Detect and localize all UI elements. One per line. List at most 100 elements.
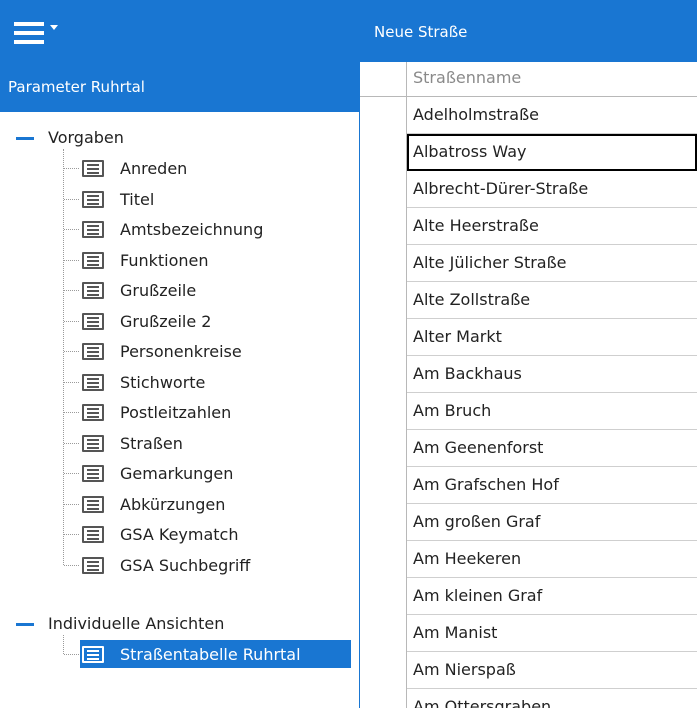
list-document-icon [82,556,104,574]
top-bar: Neue Straße [0,0,697,62]
tree-item-label: Straßentabelle Ruhrtal [120,645,301,664]
street-name-cell: Am kleinen Graf [413,586,543,605]
menu-bar-line [14,40,44,44]
tree-branch-line [64,654,79,655]
tree-item-label: GSA Suchbegriff [120,555,251,575]
tree-branch-line [64,351,79,352]
tree-branch-line [64,412,79,413]
tree-branch-line [64,229,79,230]
tree-item[interactable]: Straßen [0,429,359,459]
tree-group-0[interactable]: Vorgaben [0,125,359,151]
tree-item-label: Funktionen [120,250,209,270]
list-document-icon [82,343,104,360]
tree-branch-line [64,473,79,474]
tree-item-label: Personenkreise [120,342,242,361]
tree-item[interactable]: Anreden [0,154,359,184]
table-row[interactable]: Am kleinen Graf [407,578,697,615]
tree-group-label: Individuelle Ansichten [48,614,225,633]
tree-item[interactable]: Personenkreise [0,337,359,367]
tree-item-label: Gemarkungen [120,464,234,483]
list-document-icon [82,465,104,482]
table-row[interactable]: Am Ottersgraben [407,689,697,708]
table-row[interactable]: Am Grafschen Hof [407,467,697,504]
list-document-icon [82,221,104,238]
tree-item-label: Grußzeile 2 [120,311,212,331]
table-row[interactable]: Albatross Way [407,134,697,171]
street-name-cell: Am Backhaus [413,364,522,383]
tree-item-label: Amtsbezeichnung [120,220,264,239]
tree-item-label: Titel [120,189,155,209]
tree-item[interactable]: Gemarkungen [0,459,359,489]
tree-item[interactable]: Straßentabelle Ruhrtal [0,640,359,670]
list-document-icon [82,646,104,663]
tree-item[interactable]: Stichworte [0,368,359,398]
tree-item[interactable]: Grußzeile [0,276,359,306]
navigation-tree: Vorgaben Anreden Titel Amtsbezeichnung Funkt… [0,112,359,708]
list-document-icon [82,526,104,543]
tree-item[interactable]: Amtsbezeichnung [0,215,359,245]
street-name-cell: Am Bruch [413,401,492,420]
tree-branch-line [64,381,79,383]
list-document-icon [82,373,104,391]
street-name-cell: Am Geenenforst [413,438,544,457]
street-name-cell: Alte Jülicher Straße [413,253,567,272]
table-row[interactable]: Alte Heerstraße [407,208,697,245]
tree-branch-line [64,290,79,291]
street-name-cell: Am Manist [413,623,498,642]
street-name-cell: Am Ottersgraben [413,697,552,708]
table-row[interactable]: Alte Jülicher Straße [407,245,697,282]
street-name-cell: Albrecht-Dürer-Straße [413,179,589,198]
menu-bar-line [14,31,44,35]
tree-branch-line [64,259,79,261]
list-document-icon [82,190,104,208]
tree-item[interactable]: Abkürzungen [0,490,359,520]
tree-branch-line [64,564,79,566]
tree-branch-line [64,442,79,444]
tree-item[interactable]: GSA Suchbegriff [0,551,359,581]
table-row[interactable]: Am großen Graf [407,504,697,541]
tree-branch-line [64,534,79,535]
table-row[interactable]: Am Heekeren [407,541,697,578]
street-table: Straßenname Adelholmstraße Albatross Way A… [360,62,697,708]
tree-item[interactable]: Postleitzahlen [0,398,359,428]
tree-item-label: Anreden [120,159,188,178]
hamburger-menu-icon[interactable] [14,22,78,44]
street-name-cell: Adelholmstraße [413,105,539,124]
table-row[interactable]: Alte Zollstraße [407,282,697,319]
tree-branch-line [64,503,79,505]
list-document-icon [82,495,104,513]
sidebar-title: Parameter Ruhrtal [8,78,145,96]
tree-branch-line [64,168,79,169]
table-row[interactable]: Am Nierspaß [407,652,697,689]
tree-item-label: GSA Keymatch [120,525,239,544]
table-row[interactable]: Adelholmstraße [407,97,697,134]
tree-branch-line [64,198,79,200]
sidebar-header: Parameter Ruhrtal [0,62,359,112]
tree-group-1[interactable]: Individuelle Ansichten [0,611,359,637]
table-row[interactable]: Am Manist [407,615,697,652]
tree-group-label: Vorgaben [48,128,124,147]
tree-item[interactable]: Funktionen [0,246,359,276]
table-row[interactable]: Am Bruch [407,393,697,430]
table-row[interactable]: Am Geenenforst [407,430,697,467]
column-header-strassenname[interactable]: Straßenname [407,62,697,97]
tree-item[interactable]: GSA Keymatch [0,520,359,550]
tree-item[interactable]: Grußzeile 2 [0,307,359,337]
table-row[interactable]: Alter Markt [407,319,697,356]
street-name-cell: Am Grafschen Hof [413,475,559,494]
tree-item-label: Postleitzahlen [120,403,232,422]
collapse-minus-icon[interactable] [16,137,34,140]
table-row[interactable]: Am Backhaus [407,356,697,393]
street-name-cell: Am Nierspaß [413,660,516,679]
collapse-minus-icon[interactable] [16,623,34,626]
list-document-icon [82,282,104,299]
street-name-cell: Am Heekeren [413,549,522,568]
tree-item[interactable]: Titel [0,185,359,215]
street-name-cell: Alter Markt [413,327,502,346]
street-name-cell: Alte Zollstraße [413,290,531,309]
tree-item-label: Stichworte [120,372,206,392]
table-row[interactable]: Albrecht-Dürer-Straße [407,171,697,208]
tree-item-label: Abkürzungen [120,494,226,514]
caret-down-icon [50,25,58,30]
table-corner [360,62,407,97]
